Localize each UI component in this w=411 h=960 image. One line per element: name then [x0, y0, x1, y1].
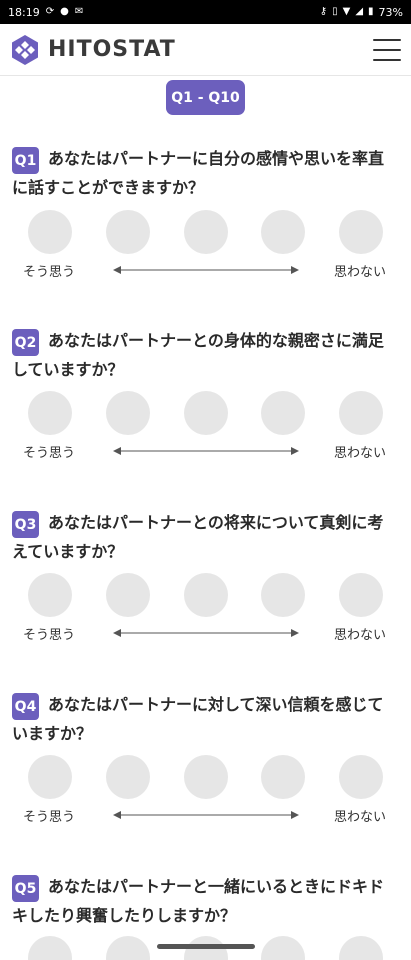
answer-option-1[interactable]	[28, 755, 72, 799]
answer-scale: そう思う 思わない	[0, 806, 411, 826]
answer-option-1[interactable]	[28, 391, 72, 435]
answer-option-4[interactable]	[261, 210, 305, 254]
status-time: 18:19	[8, 5, 40, 19]
question-number: Q3	[12, 511, 39, 538]
answer-option-4[interactable]	[261, 755, 305, 799]
screen: 18:19 ⟳ ● ✉ ⚷ ▯ ▼ ◢ ▮ 73% HITOSTAT Q1 - …	[0, 0, 411, 960]
answer-option-5[interactable]	[339, 391, 383, 435]
question-number: Q4	[12, 693, 39, 720]
question-text: あなたはパートナーに自分の感情や思いを率直に話すことができますか？	[12, 149, 385, 197]
question-text: あなたはパートナーと一緒にいるときにドキドキしたり興奮したりしますか？	[12, 877, 385, 925]
answer-option-4[interactable]	[261, 936, 305, 960]
answer-options	[0, 573, 411, 617]
question-block-q4: Q4 あなたはパートナーに対して深い信頼を感じていますか？ そう思う 思わない	[0, 690, 411, 825]
answer-option-5[interactable]	[339, 573, 383, 617]
status-bar: 18:19 ⟳ ● ✉ ⚷ ▯ ▼ ◢ ▮ 73%	[0, 0, 411, 24]
answer-options	[0, 210, 411, 254]
answer-option-4[interactable]	[261, 573, 305, 617]
question-text: あなたはパートナーに対して深い信頼を感じていますか？	[12, 695, 384, 743]
scale-label-agree: そう思う	[23, 810, 76, 825]
question-block-q2: Q2 あなたはパートナーとの身体的な親密さに満足していますか？ そう思う 思わな…	[0, 326, 411, 461]
double-arrow-icon	[113, 266, 299, 274]
scale-label-disagree: 思わない	[334, 810, 387, 825]
question-text: あなたはパートナーとの身体的な親密さに満足していますか？	[12, 331, 384, 379]
battery-icon: ▮	[368, 6, 374, 17]
question-range-badge: Q1 - Q10	[166, 80, 245, 115]
hitostat-logo-icon	[12, 34, 38, 65]
answer-option-4[interactable]	[261, 391, 305, 435]
answer-scale: そう思う 思わない	[0, 442, 411, 462]
question-number: Q5	[12, 875, 39, 902]
battery-level: 73%	[378, 5, 403, 19]
answer-option-5[interactable]	[339, 210, 383, 254]
key-icon: ⚷	[319, 6, 328, 17]
menu-line-icon	[373, 58, 401, 61]
answer-option-1[interactable]	[28, 210, 72, 254]
wifi-icon: ▼	[342, 6, 351, 17]
answer-option-3[interactable]	[184, 391, 228, 435]
signal-icon: ◢	[355, 6, 364, 17]
menu-line-icon	[373, 38, 401, 41]
answer-option-3[interactable]	[184, 210, 228, 254]
hamburger-menu-button[interactable]	[373, 38, 401, 61]
answer-option-5[interactable]	[339, 755, 383, 799]
question-block-q3: Q3 あなたはパートナーとの将来について真剣に考えていますか？ そう思う 思わな…	[0, 508, 411, 643]
gesture-navigation-bar[interactable]	[157, 944, 255, 949]
scale-label-agree: そう思う	[23, 628, 76, 643]
answer-option-1[interactable]	[28, 936, 72, 960]
question-block-q1: Q1 あなたはパートナーに自分の感情や思いを率直に話すことができますか？ そう思…	[0, 144, 411, 280]
scale-label-agree: そう思う	[23, 265, 76, 280]
sync-icon: ⟳	[45, 6, 55, 17]
double-arrow-icon	[113, 811, 299, 819]
scale-label-disagree: 思わない	[334, 446, 387, 461]
answer-option-5[interactable]	[339, 936, 383, 960]
mail-icon: ✉	[74, 6, 84, 17]
answer-option-2[interactable]	[106, 936, 150, 960]
question-block-q5: Q5 あなたはパートナーと一緒にいるときにドキドキしたり興奮したりしますか？	[0, 872, 411, 960]
answer-option-2[interactable]	[106, 210, 150, 254]
answer-options	[0, 755, 411, 799]
answer-option-2[interactable]	[106, 755, 150, 799]
notification-icon: ●	[60, 6, 69, 17]
brand-name: HITOSTAT	[48, 37, 176, 62]
answer-option-2[interactable]	[106, 391, 150, 435]
scale-label-agree: そう思う	[23, 446, 76, 461]
answer-option-1[interactable]	[28, 573, 72, 617]
question-number: Q2	[12, 329, 39, 356]
answer-option-3[interactable]	[184, 573, 228, 617]
double-arrow-icon	[113, 629, 299, 637]
question-text: あなたはパートナーとの将来について真剣に考えていますか？	[12, 513, 384, 561]
scale-label-disagree: 思わない	[334, 265, 387, 280]
answer-option-2[interactable]	[106, 573, 150, 617]
brand-logo[interactable]: HITOSTAT	[10, 34, 176, 66]
answer-options	[0, 391, 411, 435]
answer-option-3[interactable]	[184, 755, 228, 799]
scale-label-disagree: 思わない	[334, 628, 387, 643]
menu-line-icon	[373, 48, 401, 51]
app-header: HITOSTAT	[0, 24, 411, 76]
double-arrow-icon	[113, 447, 299, 455]
vibrate-icon: ▯	[332, 6, 338, 17]
answer-scale: そう思う 思わない	[0, 624, 411, 644]
answer-scale: そう思う 思わない	[0, 261, 411, 281]
question-number: Q1	[12, 147, 39, 174]
